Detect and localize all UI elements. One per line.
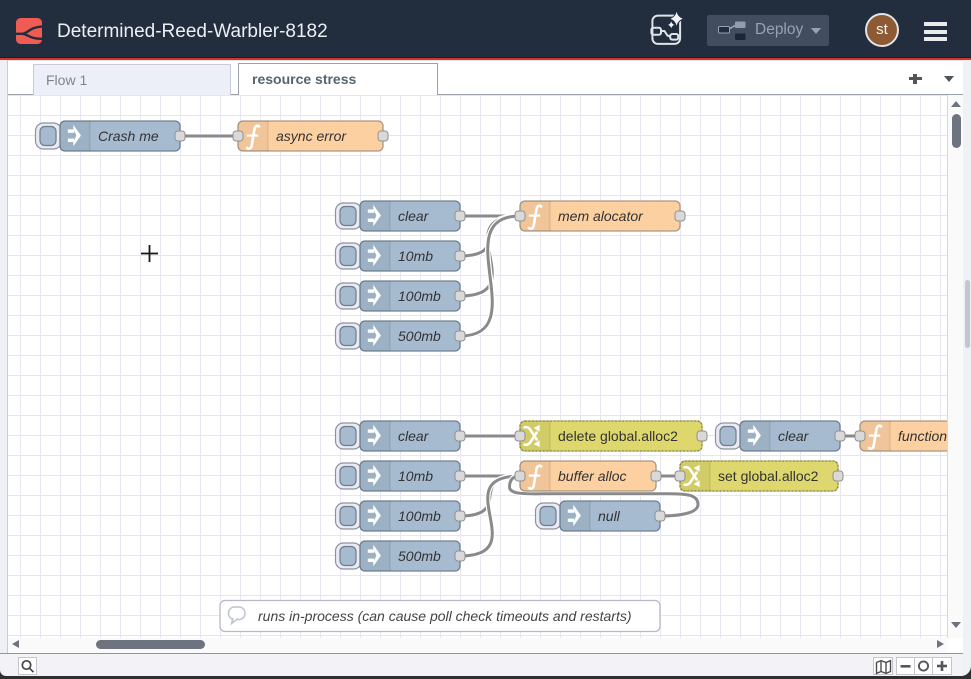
svg-text:delete global.alloc2: delete global.alloc2 (558, 428, 678, 444)
svg-text:10mb: 10mb (398, 468, 433, 484)
svg-text:100mb: 100mb (398, 288, 441, 304)
svg-text:null: null (598, 508, 621, 524)
svg-text:Crash me: Crash me (98, 128, 159, 144)
svg-text:clear: clear (398, 208, 430, 224)
svg-text:function 1: function 1 (898, 428, 947, 444)
svg-text:500mb: 500mb (398, 328, 441, 344)
svg-text:clear: clear (778, 428, 810, 444)
svg-text:mem alocator: mem alocator (558, 208, 644, 224)
svg-text:500mb: 500mb (398, 548, 441, 564)
svg-text:clear: clear (398, 428, 430, 444)
svg-text:set global.alloc2: set global.alloc2 (718, 468, 819, 484)
svg-text:async error: async error (276, 128, 347, 144)
svg-text:100mb: 100mb (398, 508, 441, 524)
svg-text:buffer alloc: buffer alloc (558, 468, 626, 484)
svg-text:runs in-process (can cause pol: runs in-process (can cause poll check ti… (258, 608, 632, 624)
svg-text:10mb: 10mb (398, 248, 433, 264)
